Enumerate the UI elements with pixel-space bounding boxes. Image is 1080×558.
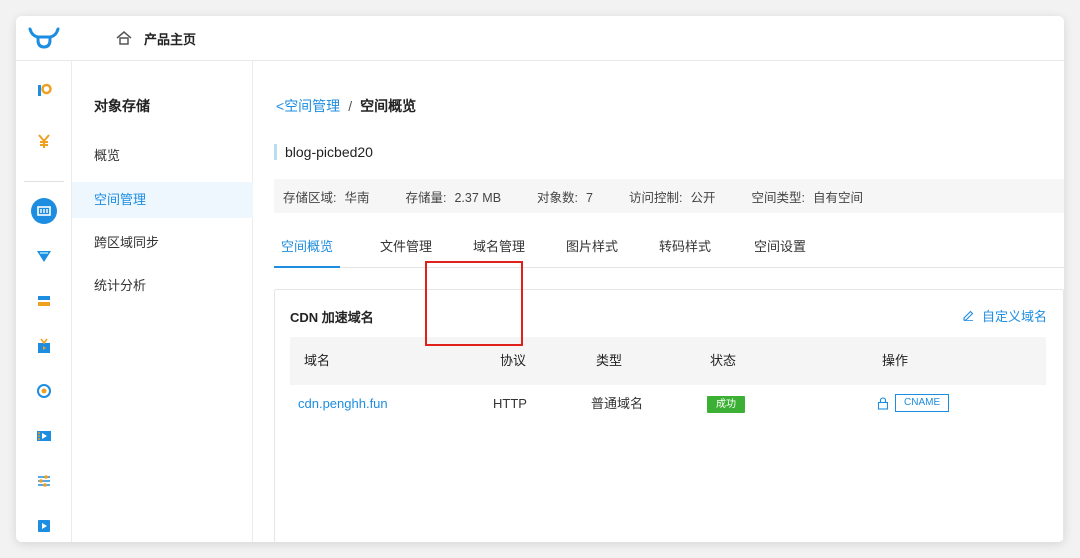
status-badge: 成功 (707, 396, 745, 413)
meta-access-control: 访问控制: 公开 (628, 190, 716, 205)
column-header-actions: 操作 (882, 353, 909, 368)
bucket-name: blog-picbed20 (285, 144, 373, 160)
breadcrumb: <空间管理 / 空间概览 (276, 96, 416, 116)
column-header-type: 类型 (596, 353, 623, 368)
cdn-panel-title: CDN 加速域名 (290, 310, 374, 325)
meta-bucket-type: 空间类型: 自有空间 (751, 190, 863, 205)
domain-link[interactable]: cdn.penghh.fun (298, 385, 388, 423)
sidebar-separator (24, 181, 64, 182)
home-label: 产品主页 (144, 31, 197, 47)
media-icon[interactable] (16, 511, 72, 541)
table-header: 域名 协议 类型 状态 操作 (290, 337, 1046, 385)
server-icon[interactable] (16, 286, 72, 316)
bull-logo-icon[interactable] (16, 16, 72, 61)
custom-domain-label: 自定义域名 (981, 309, 1047, 324)
home-icon (116, 31, 132, 45)
bucket-tabs: 空间概览 文件管理 域名管理 图片样式 转码样式 空间设置 (274, 226, 1064, 268)
menu-title: 对象存储 (94, 98, 150, 114)
breadcrumb-back-link[interactable]: <空间管理 (276, 96, 340, 116)
menu-item-bucket-management[interactable]: 空间管理 (72, 182, 253, 218)
pandora-icon[interactable] (16, 75, 72, 105)
pencil-icon (963, 310, 974, 321)
bucket-meta-strip: 存储区域: 华南 存储量: 2.37 MB 对象数: 7 访问控制: 公开 空间类型: 自… (274, 179, 1064, 213)
top-bar: 产品主页 (16, 16, 1064, 61)
menu-item-overview[interactable]: 概览 (72, 138, 253, 174)
meta-object-count: 对象数: 7 (537, 190, 593, 205)
breadcrumb-back-label: 空间管理 (284, 98, 341, 114)
video-icon[interactable] (16, 421, 72, 451)
tab-overview[interactable]: 空间概览 (274, 226, 340, 268)
menu-item-statistics[interactable]: 统计分析 (72, 268, 253, 304)
cname-button[interactable]: CNAME (895, 394, 950, 412)
custom-domain-link[interactable]: 自定义域名 (963, 306, 1047, 325)
menu-item-cross-region-sync[interactable]: 跨区域同步 (72, 225, 253, 261)
intelligent-icon[interactable] (16, 376, 72, 406)
meta-storage-size: 存储量: 2.37 MB (405, 190, 502, 205)
billing-yen-icon[interactable] (16, 126, 72, 156)
column-header-status: 状态 (710, 353, 737, 368)
object-storage-icon[interactable] (16, 196, 72, 226)
lock-icon[interactable] (877, 396, 889, 410)
status-highlight-box (425, 261, 523, 346)
breadcrumb-current: 空间概览 (360, 98, 417, 114)
chevron-left-icon: < (276, 98, 285, 114)
meta-region: 存储区域: 华南 (283, 190, 370, 205)
bucket-accent-bar (274, 144, 277, 160)
main-content: <空间管理 / 空间概览 blog-picbed20 存储区域: 华南 存储量: 2… (254, 61, 1064, 542)
column-header-domain: 域名 (304, 353, 331, 368)
protocol-value: HTTP (493, 396, 527, 411)
type-value: 普通域名 (591, 396, 644, 411)
product-icon-sidebar (16, 61, 72, 542)
home-link[interactable]: 产品主页 (116, 29, 196, 48)
cdn-icon[interactable] (16, 241, 72, 271)
tab-bucket-settings[interactable]: 空间设置 (754, 226, 806, 268)
settings-sliders-icon[interactable] (16, 466, 72, 496)
tab-image-styles[interactable]: 图片样式 (566, 226, 618, 268)
tab-transcode-styles[interactable]: 转码样式 (659, 226, 711, 268)
storage-menu: 对象存储 概览 空间管理 跨区域同步 统计分析 (72, 61, 253, 542)
table-row: cdn.penghh.fun HTTP 普通域名 成功 CNAME (290, 385, 1046, 423)
bucket-header: blog-picbed20 (274, 143, 373, 161)
breadcrumb-separator: / (348, 98, 353, 114)
row-actions: CNAME (877, 394, 950, 412)
live-icon[interactable] (16, 331, 72, 361)
app-window: 产品主页 对象存储 概览 空间管理 跨区域同步 统计分析 <空间管理 / 空间概… (16, 16, 1064, 542)
cdn-domain-panel: CDN 加速域名 自定义域名 域名 协议 类型 状态 操作 cdn.penghh… (274, 289, 1064, 542)
